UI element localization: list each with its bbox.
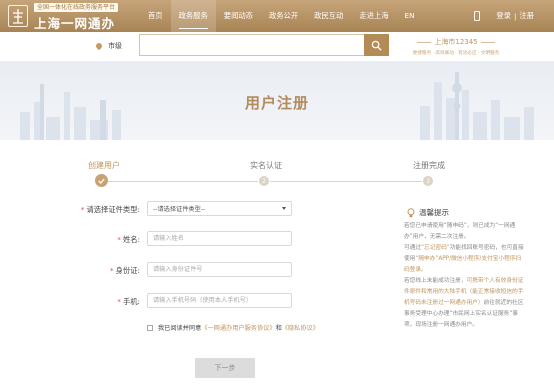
- name-input[interactable]: [147, 231, 292, 246]
- hotline-title: 上海市12345: [412, 37, 500, 47]
- step-3-number-icon: 3: [423, 176, 433, 186]
- agreement-row: 我已阅读并同意 《一网通办用户服务协议》 和 《隐私协议》: [147, 323, 319, 332]
- logo-title[interactable]: 上海一网通办: [34, 13, 115, 32]
- hotline-banner[interactable]: 上海市12345 便捷服务 · 高效联动 · 有诉必应 · 文明服务: [412, 37, 500, 56]
- nav-services[interactable]: 政务服务: [170, 0, 216, 32]
- location-selector[interactable]: 市级: [94, 41, 122, 51]
- name-label: * 姓名:: [117, 235, 140, 244]
- location-pin-icon: [94, 41, 104, 51]
- tips-title: 温馨提示: [419, 208, 449, 217]
- chevron-down-icon: [282, 207, 286, 210]
- doc-type-value: --请选择证件类型--: [153, 206, 206, 213]
- id-number-label: * 身份证:: [109, 266, 140, 275]
- phone-input[interactable]: [147, 293, 292, 308]
- search-button[interactable]: [364, 34, 389, 56]
- login-link[interactable]: 登录: [496, 11, 511, 21]
- location-label: 市级: [108, 42, 122, 50]
- account-links: 登录 | 注册: [474, 0, 534, 32]
- mobile-icon[interactable]: [474, 11, 481, 21]
- nav-news[interactable]: 要闻动态: [216, 0, 261, 32]
- lightbulb-icon: [407, 207, 415, 217]
- doc-type-label: * 请选择证件类型:: [80, 205, 140, 214]
- page-banner: 用户注册: [0, 62, 554, 140]
- agree-checkbox[interactable]: [147, 324, 153, 331]
- step-2-number-icon: 2: [259, 176, 269, 186]
- step-1-check-icon: [95, 174, 108, 187]
- nav-english[interactable]: EN: [397, 0, 423, 32]
- step-connector-2: [270, 181, 422, 182]
- logo-subtitle: 全国一体化在线政务服务平台: [34, 3, 119, 12]
- step-1-label: 创建用户: [88, 161, 120, 170]
- step-3-label: 注册完成: [413, 161, 445, 170]
- tips-p2-a: 可通过: [404, 245, 422, 251]
- agree-text: 我已阅读并同意: [158, 325, 202, 332]
- nav-home[interactable]: 首页: [140, 0, 171, 32]
- tips-p3-a: 若您线上未能成功注册，: [404, 278, 467, 284]
- logo-icon[interactable]: [8, 5, 28, 27]
- nav-shanghai[interactable]: 走进上海: [351, 0, 396, 32]
- nav-public[interactable]: 政务公开: [261, 0, 306, 32]
- main-nav: 首页 政务服务 要闻动态 政务公开 政民互动 走进上海 EN: [140, 0, 423, 32]
- separator: |: [513, 11, 517, 21]
- id-number-input[interactable]: [147, 262, 292, 277]
- privacy-agreement-link[interactable]: 《隐私协议》: [282, 323, 319, 332]
- search-input[interactable]: [139, 34, 364, 56]
- page-title: 用户注册: [244, 94, 309, 112]
- search-icon: [371, 40, 382, 51]
- tips-content: 若您已申请使用“随申码”，则已成为“一网通办”用户，无需二次注册。 可通过“忘记…: [404, 221, 524, 331]
- register-link[interactable]: 注册: [519, 11, 534, 21]
- nav-interaction[interactable]: 政民互动: [306, 0, 351, 32]
- forgot-password-link[interactable]: “忘记密码”: [421, 245, 450, 251]
- doc-type-select[interactable]: --请选择证件类型--: [147, 201, 292, 216]
- phone-label: * 手机:: [117, 297, 140, 306]
- tips-header: 温馨提示: [407, 207, 449, 218]
- top-header: 全国一体化在线政务服务平台 上海一网通办 首页 政务服务 要闻动态 政务公开 政…: [0, 0, 554, 32]
- next-step-button[interactable]: 下一步: [195, 358, 255, 378]
- service-agreement-link[interactable]: 《一网通办用户服务协议》: [201, 323, 275, 332]
- step-2-label: 实名认证: [250, 161, 282, 170]
- tips-p2-highlight: “随申办”APP/微信小程序/支付宝小程序扫码登录。: [404, 256, 522, 273]
- step-connector-1: [108, 181, 258, 182]
- hotline-subtitle: 便捷服务 · 高效联动 · 有诉必应 · 文明服务: [412, 51, 500, 56]
- tips-paragraph-1: 若您已申请使用“随申码”，则已成为“一网通办”用户，无需二次注册。: [404, 223, 516, 240]
